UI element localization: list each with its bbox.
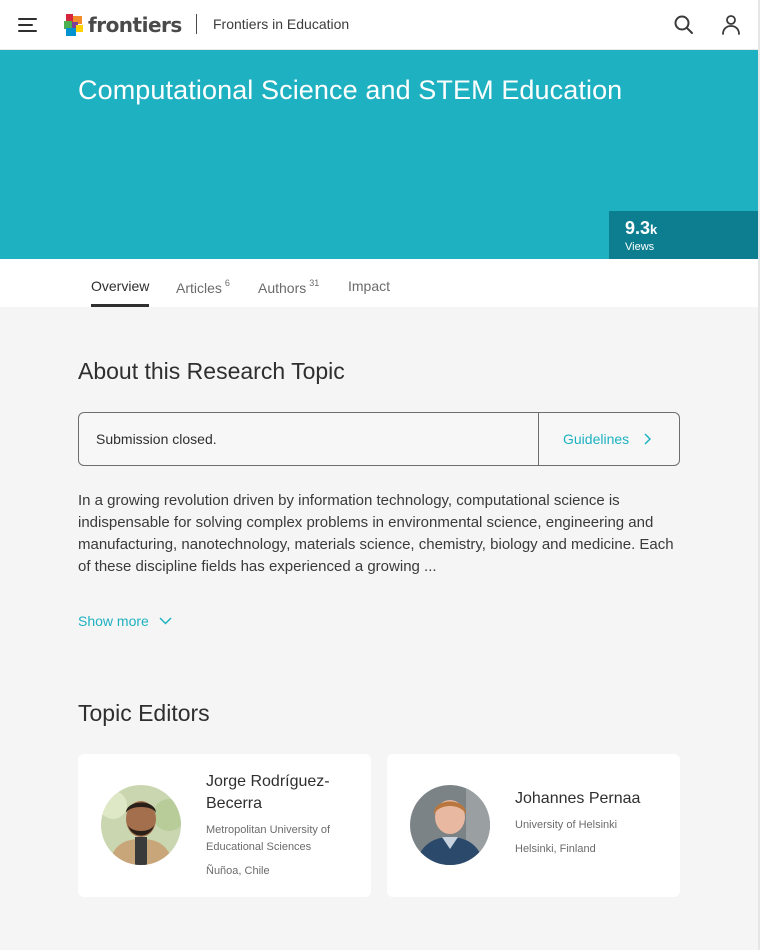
brand-name: frontiers xyxy=(88,13,182,37)
avatar xyxy=(410,785,490,865)
editor-institution: Metropolitan University of Educational S… xyxy=(206,824,331,853)
tab-articles[interactable]: Articles 6 xyxy=(176,278,230,307)
show-more-button[interactable]: Show more xyxy=(78,613,172,629)
avatar xyxy=(101,785,181,865)
views-value: 9.3 xyxy=(625,218,651,238)
views-counter: 9.3k Views xyxy=(609,211,758,259)
submission-status-box: Submission closed. Guidelines xyxy=(78,412,680,466)
editor-name: Jorge Rodríguez-Becerra xyxy=(206,773,330,812)
user-icon[interactable] xyxy=(719,13,743,37)
articles-count: 6 xyxy=(224,278,230,288)
guidelines-button[interactable]: Guidelines xyxy=(538,413,680,465)
authors-count: 31 xyxy=(309,278,320,288)
editor-card[interactable]: Jorge Rodríguez-Becerra Metropolitan Uni… xyxy=(78,754,371,897)
about-section-title: About this Research Topic xyxy=(78,358,345,384)
chevron-down-icon xyxy=(159,617,172,625)
show-more-label: Show more xyxy=(78,613,149,629)
submission-status: Submission closed. xyxy=(96,431,217,447)
topic-tabs: Overview Articles 6 Authors 31 Impact xyxy=(0,259,758,307)
search-icon[interactable] xyxy=(672,13,696,37)
journal-name-link[interactable]: Frontiers in Education xyxy=(213,16,349,32)
frontiers-logo-icon xyxy=(64,14,83,36)
topic-editors-title: Topic Editors xyxy=(78,700,210,726)
tab-impact[interactable]: Impact xyxy=(348,278,390,307)
views-suffix: k xyxy=(650,222,658,237)
views-label: Views xyxy=(625,241,655,253)
editor-name: Johannes Pernaa xyxy=(515,790,641,807)
top-navigation-bar: frontiers Frontiers in Education xyxy=(0,0,758,50)
research-topic-hero: Computational Science and STEM Education… xyxy=(0,50,758,259)
hamburger-menu-icon[interactable] xyxy=(18,17,38,33)
logo-divider xyxy=(196,14,197,34)
editor-location: Ñuñoa, Chile xyxy=(206,865,270,877)
chevron-right-icon xyxy=(644,433,651,445)
tab-authors[interactable]: Authors 31 xyxy=(258,278,319,307)
topic-description: In a growing revolution driven by inform… xyxy=(78,492,674,575)
guidelines-label: Guidelines xyxy=(563,431,630,447)
tab-overview[interactable]: Overview xyxy=(91,278,150,307)
editor-institution: University of Helsinki xyxy=(515,819,618,831)
editor-location: Helsinki, Finland xyxy=(515,843,596,855)
frontiers-logo[interactable]: frontiers xyxy=(64,12,182,38)
page-title: Computational Science and STEM Education xyxy=(78,75,623,105)
editor-card[interactable]: Johannes Pernaa University of Helsinki H… xyxy=(387,754,680,897)
